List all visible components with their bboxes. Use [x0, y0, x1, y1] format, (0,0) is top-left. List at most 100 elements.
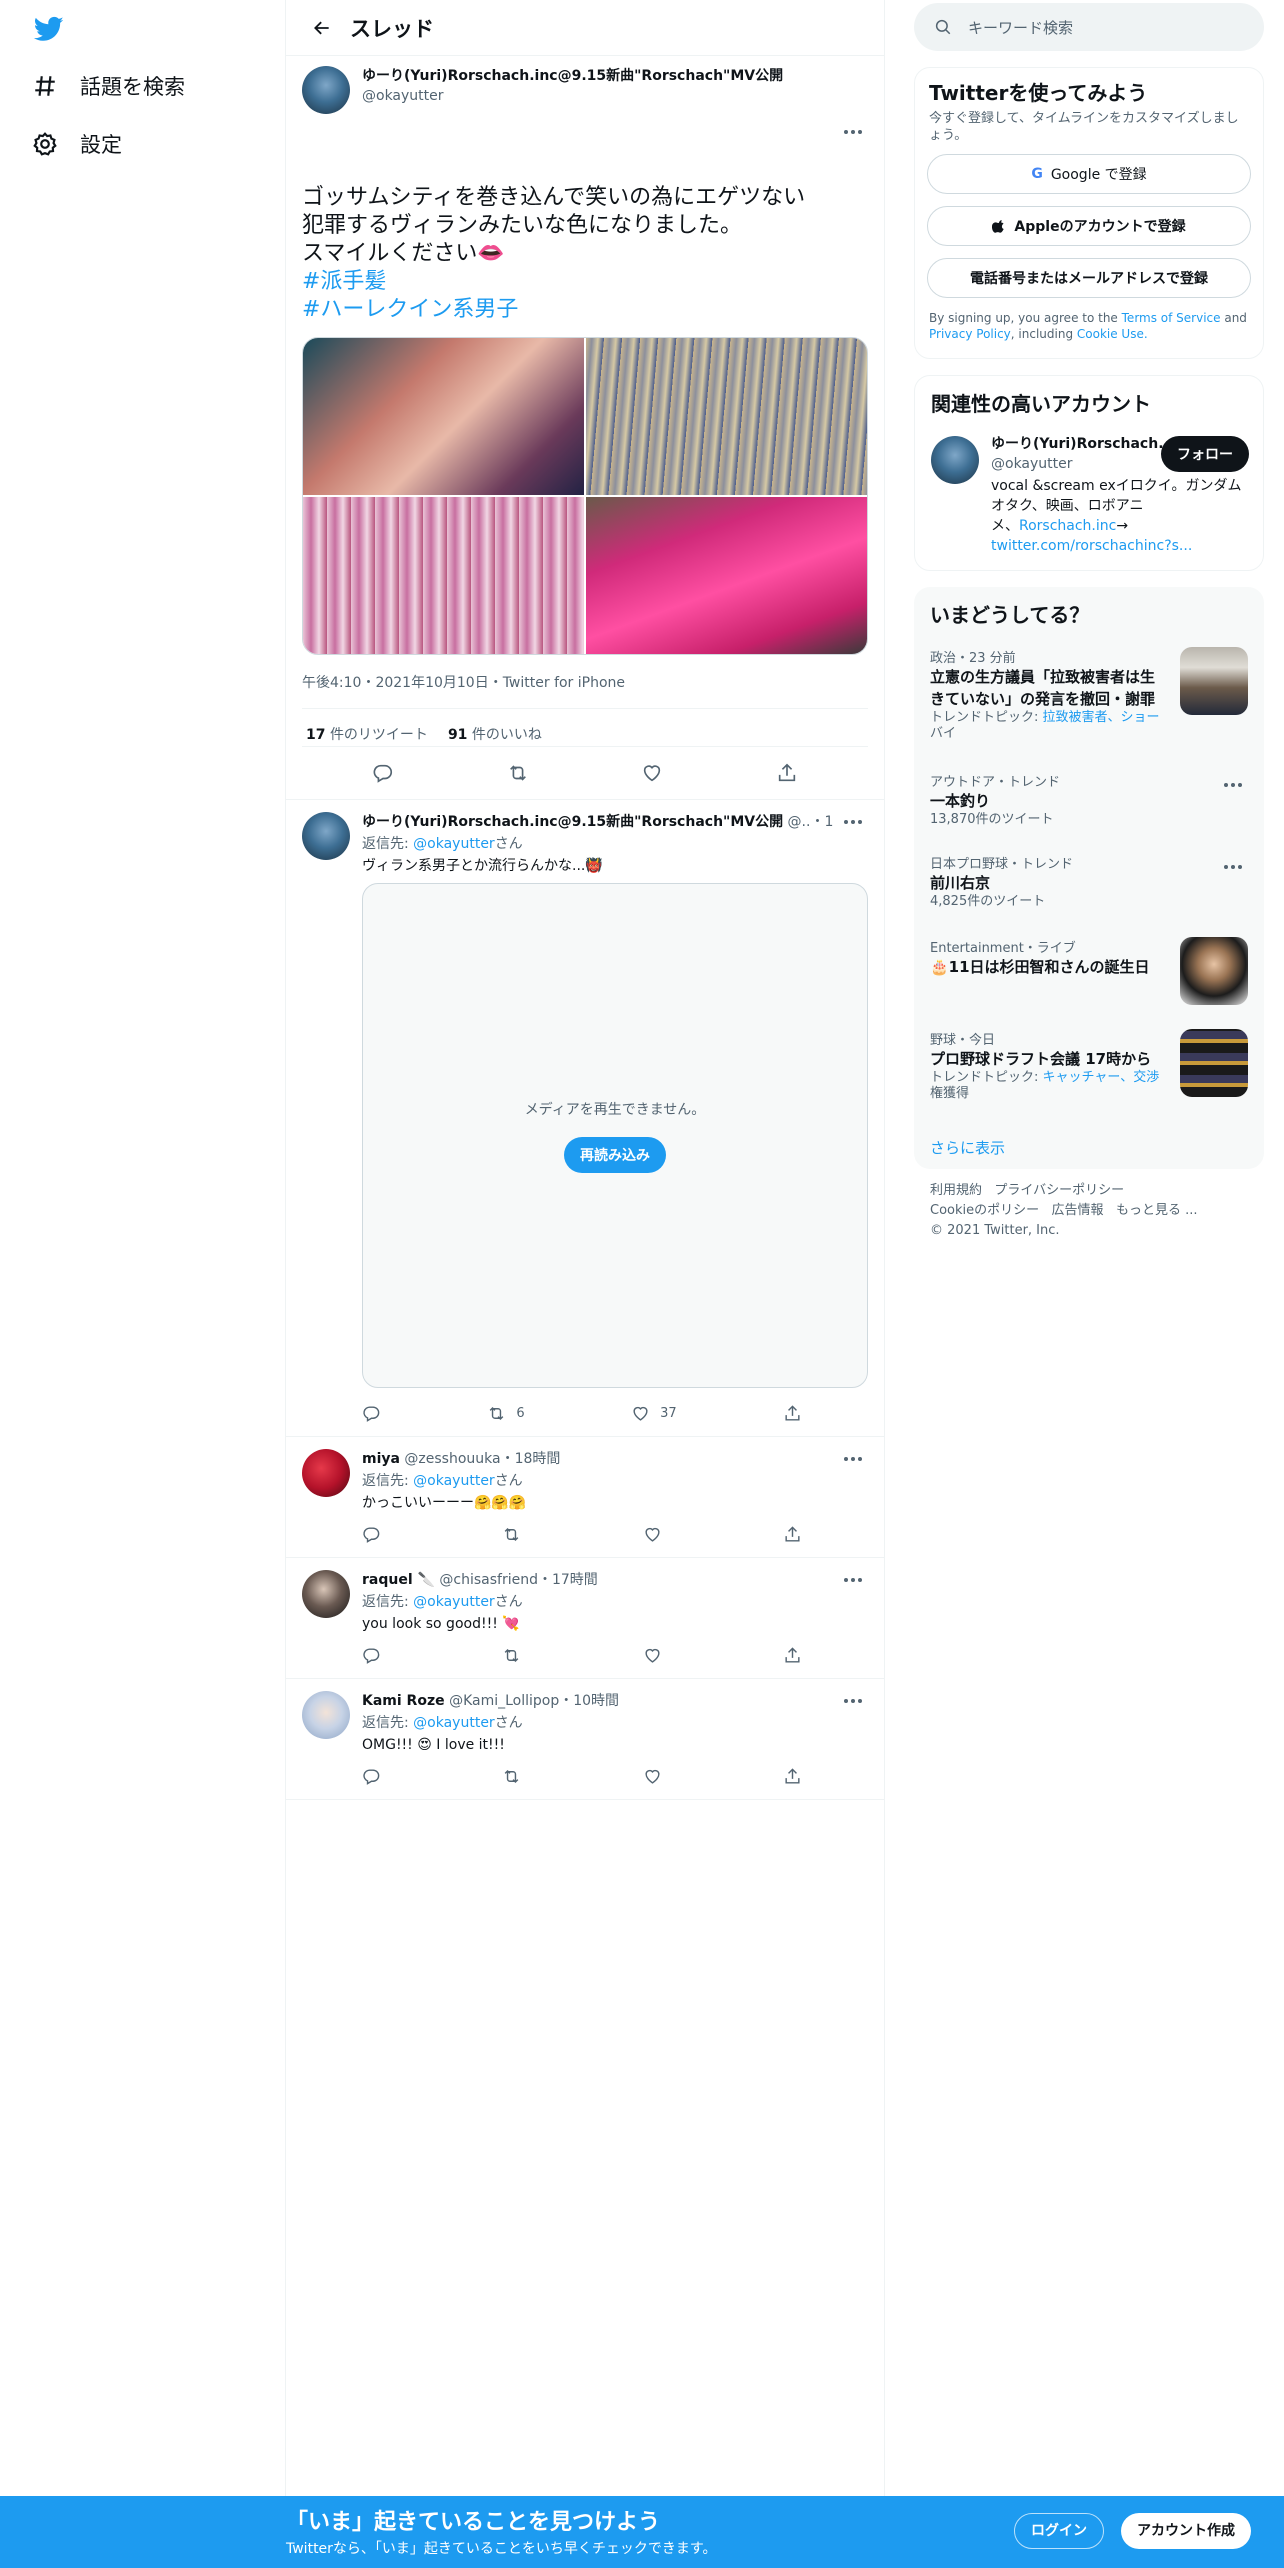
photo[interactable]	[586, 497, 867, 654]
footer-cookie-link[interactable]: Cookieのポリシー	[930, 1203, 1039, 1218]
retweet-button[interactable]: 6	[487, 1404, 525, 1423]
author-handle[interactable]: @zesshouuka	[404, 1451, 500, 1467]
more-icon[interactable]	[1218, 775, 1248, 795]
more-icon[interactable]	[838, 122, 868, 142]
photo[interactable]	[303, 497, 584, 654]
author-handle[interactable]: @..	[788, 814, 811, 830]
share-button[interactable]	[783, 1525, 802, 1544]
google-signup-button[interactable]: G Google で登録	[927, 154, 1251, 194]
avatar[interactable]	[302, 66, 350, 114]
trend-item[interactable]: Entertainment・ライブ 🎂11日は杉田智和さんの誕生日	[914, 937, 1264, 1007]
like-button[interactable]	[643, 1525, 662, 1544]
terms-link[interactable]: Terms of Service	[1122, 311, 1221, 325]
reply-time[interactable]: ・17時間	[538, 1572, 598, 1588]
trend-topic-link[interactable]: 拉致被害者、ショー	[1043, 710, 1160, 725]
trend-item[interactable]: 日本プロ野球・トレンド 前川右京 4,825件のツイート	[914, 853, 1264, 913]
like-stats[interactable]: 91 件のいいね	[448, 724, 542, 744]
reload-button[interactable]: 再読み込み	[564, 1136, 666, 1173]
nav-settings[interactable]: 設定	[32, 124, 122, 164]
cookie-link[interactable]: Cookie Use.	[1077, 327, 1148, 341]
retweet-button[interactable]	[502, 1767, 521, 1786]
related-name[interactable]: ゆーり(Yuri)Rorschach.	[991, 434, 1164, 454]
reply-to-link[interactable]: @okayutter	[413, 1715, 495, 1731]
reply-tweet[interactable]: ゆーり(Yuri)Rorschach.inc@9.15新曲"Rorschach"…	[286, 800, 884, 1436]
reply-button[interactable]	[362, 1767, 381, 1786]
reply-button[interactable]	[362, 1404, 381, 1423]
author-handle[interactable]: @okayutter	[362, 86, 783, 106]
author-name[interactable]: ゆーり(Yuri)Rorschach.inc@9.15新曲"Rorschach"…	[362, 66, 783, 86]
reply-time[interactable]: ・17時間	[810, 814, 834, 830]
avatar[interactable]	[302, 1449, 350, 1497]
footer-privacy-link[interactable]: プライバシーポリシー	[994, 1183, 1124, 1198]
author-handle[interactable]: @Kami_Lollipop	[449, 1693, 559, 1709]
twitter-logo-icon[interactable]	[32, 14, 66, 44]
more-icon[interactable]	[838, 1449, 868, 1469]
reply-to-link[interactable]: @okayutter	[413, 1594, 495, 1610]
avatar[interactable]	[302, 1570, 350, 1618]
bio-link[interactable]: Rorschach.inc	[1019, 518, 1116, 534]
photo[interactable]	[303, 338, 584, 495]
share-button[interactable]	[783, 1646, 802, 1665]
author-name[interactable]: Kami Roze	[362, 1693, 445, 1709]
author-name[interactable]: raquel 🔪	[362, 1572, 435, 1588]
retweet-stats[interactable]: 17 件のリツイート	[306, 724, 428, 744]
trend-topic-link[interactable]: キャッチャー、交渉	[1043, 1070, 1160, 1085]
signup-button[interactable]: アカウント作成	[1121, 2513, 1251, 2549]
tweet-timestamp[interactable]: 午後4:10・2021年10月10日・Twitter for iPhone	[302, 672, 625, 692]
author-handle[interactable]: @chisasfriend	[439, 1572, 538, 1588]
trend-item[interactable]: アウトドア・トレンド 一本釣り 13,870件のツイート	[914, 771, 1264, 831]
trend-item[interactable]: 野球・今日 プロ野球ドラフト会議 17時から トレンドトピック: キャッチャー、…	[914, 1029, 1264, 1119]
search-input[interactable]: キーワード検索	[968, 17, 1073, 38]
like-button[interactable]	[643, 1646, 662, 1665]
reply-button[interactable]	[372, 762, 394, 784]
reply-time[interactable]: ・10時間	[559, 1693, 619, 1709]
follow-button[interactable]: フォロー	[1161, 436, 1249, 472]
video-player[interactable]: メディアを再生できません。 再読み込み	[362, 883, 868, 1388]
show-more-link[interactable]: さらに表示	[930, 1137, 1005, 1158]
related-handle[interactable]: @okayutter	[991, 454, 1073, 474]
trend-item[interactable]: 政治・23 分前 立憲の生方議員「拉致被害者は生 きていない」の発言を撤回・謝罪…	[914, 647, 1264, 747]
trend-topic-link[interactable]: バイ	[930, 726, 1248, 742]
retweet-button[interactable]	[507, 762, 529, 784]
privacy-link[interactable]: Privacy Policy	[929, 327, 1011, 341]
footer-terms-link[interactable]: 利用規約	[930, 1183, 982, 1198]
avatar[interactable]	[302, 1691, 350, 1739]
share-button[interactable]	[783, 1767, 802, 1786]
footer-ads-link[interactable]: 広告情報	[1052, 1203, 1104, 1218]
reply-button[interactable]	[362, 1525, 381, 1544]
apple-signup-label: Appleのアカウントで登録	[1014, 219, 1186, 235]
like-button[interactable]: 37	[631, 1404, 677, 1423]
more-icon[interactable]	[838, 812, 868, 832]
retweet-button[interactable]	[502, 1525, 521, 1544]
bio-url-link[interactable]: twitter.com/rorschachinc?s...	[991, 536, 1253, 556]
reply-button[interactable]	[362, 1646, 381, 1665]
back-button[interactable]	[294, 0, 350, 56]
phone-email-signup-button[interactable]: 電話番号またはメールアドレスで登録	[927, 258, 1251, 298]
reply-tweet[interactable]: raquel 🔪 @chisasfriend・17時間 返信先: @okayut…	[286, 1558, 884, 1678]
more-icon[interactable]	[838, 1691, 868, 1711]
reply-time[interactable]: ・18時間	[501, 1451, 561, 1467]
reply-tweet[interactable]: Kami Roze @Kami_Lollipop・10時間 返信先: @okay…	[286, 1679, 884, 1799]
author-name[interactable]: ゆーり(Yuri)Rorschach.inc@9.15新曲"Rorschach"…	[362, 814, 783, 830]
share-button[interactable]	[776, 762, 798, 784]
photo[interactable]	[586, 338, 867, 495]
reply-tweet[interactable]: miya @zesshouuka・18時間 返信先: @okayutterさん …	[286, 1437, 884, 1557]
retweet-button[interactable]	[502, 1646, 521, 1665]
apple-signup-button[interactable]: Appleのアカウントで登録	[927, 206, 1251, 246]
like-button[interactable]	[641, 762, 663, 784]
author-name[interactable]: miya	[362, 1451, 400, 1467]
footer-more-link[interactable]: もっと見る ...	[1116, 1203, 1198, 1218]
login-button[interactable]: ログイン	[1014, 2513, 1104, 2549]
like-button[interactable]	[643, 1767, 662, 1786]
hashtag-link[interactable]: #ハーレクイン系男子	[302, 296, 805, 324]
more-icon[interactable]	[838, 1570, 868, 1590]
hashtag-link[interactable]: #派手髪	[302, 268, 805, 296]
reply-to-link[interactable]: @okayutter	[413, 1473, 495, 1489]
avatar[interactable]	[302, 812, 350, 860]
more-icon[interactable]	[1218, 857, 1248, 877]
avatar[interactable]	[931, 436, 979, 484]
share-button[interactable]	[783, 1404, 802, 1423]
nav-explore[interactable]: 話題を検索	[32, 66, 185, 106]
reply-to-link[interactable]: @okayutter	[413, 836, 495, 852]
search-box[interactable]: キーワード検索	[914, 3, 1264, 51]
